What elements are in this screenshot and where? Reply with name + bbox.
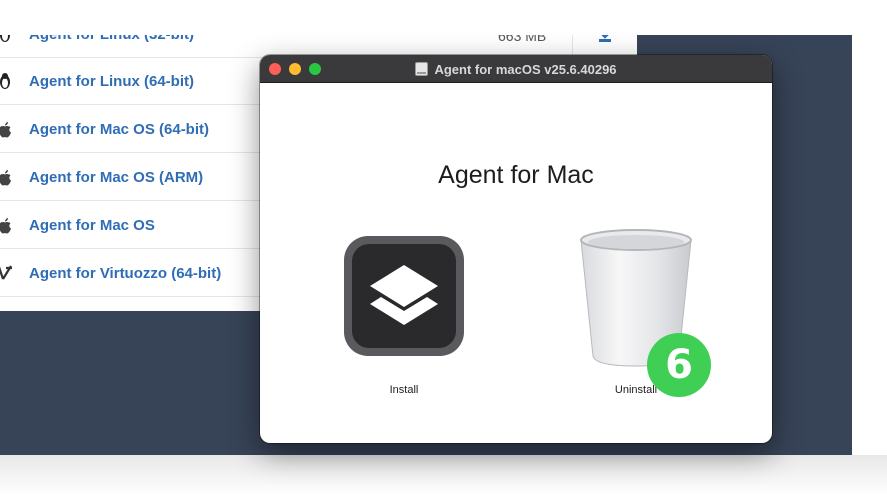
install-app-icon[interactable] (343, 235, 465, 357)
list-item-label[interactable]: Agent for Mac OS (29, 217, 155, 234)
apple-icon (0, 166, 14, 188)
installer-heading: Agent for Mac (438, 161, 594, 189)
bottom-fade (0, 455, 887, 496)
disk-image-icon (415, 62, 429, 76)
apple-icon (0, 118, 14, 140)
apple-icon (0, 214, 14, 236)
linux-icon (0, 35, 14, 45)
install-label[interactable]: Install (343, 384, 465, 396)
list-item-label[interactable]: Agent for Mac OS (ARM) (29, 169, 203, 186)
list-item-label[interactable]: Agent for Linux (32-bit) (29, 35, 194, 43)
file-size: 663 MB (498, 35, 547, 44)
download-icon[interactable] (597, 35, 613, 43)
window-titlebar[interactable]: Agent for macOS v25.6.40296 (260, 55, 772, 83)
window-title: Agent for macOS v25.6.40296 (260, 55, 772, 83)
list-item-label[interactable]: Agent for Linux (64-bit) (29, 73, 194, 90)
list-item-label[interactable]: Agent for Mac OS (64-bit) (29, 121, 209, 138)
window-title-text: Agent for macOS v25.6.40296 (434, 61, 617, 77)
linux-icon (0, 70, 14, 92)
step-number-badge: 6 (647, 333, 711, 397)
list-item-label[interactable]: Agent for Virtuozzo (64-bit) (29, 265, 221, 282)
virtuozzo-icon (0, 262, 14, 284)
